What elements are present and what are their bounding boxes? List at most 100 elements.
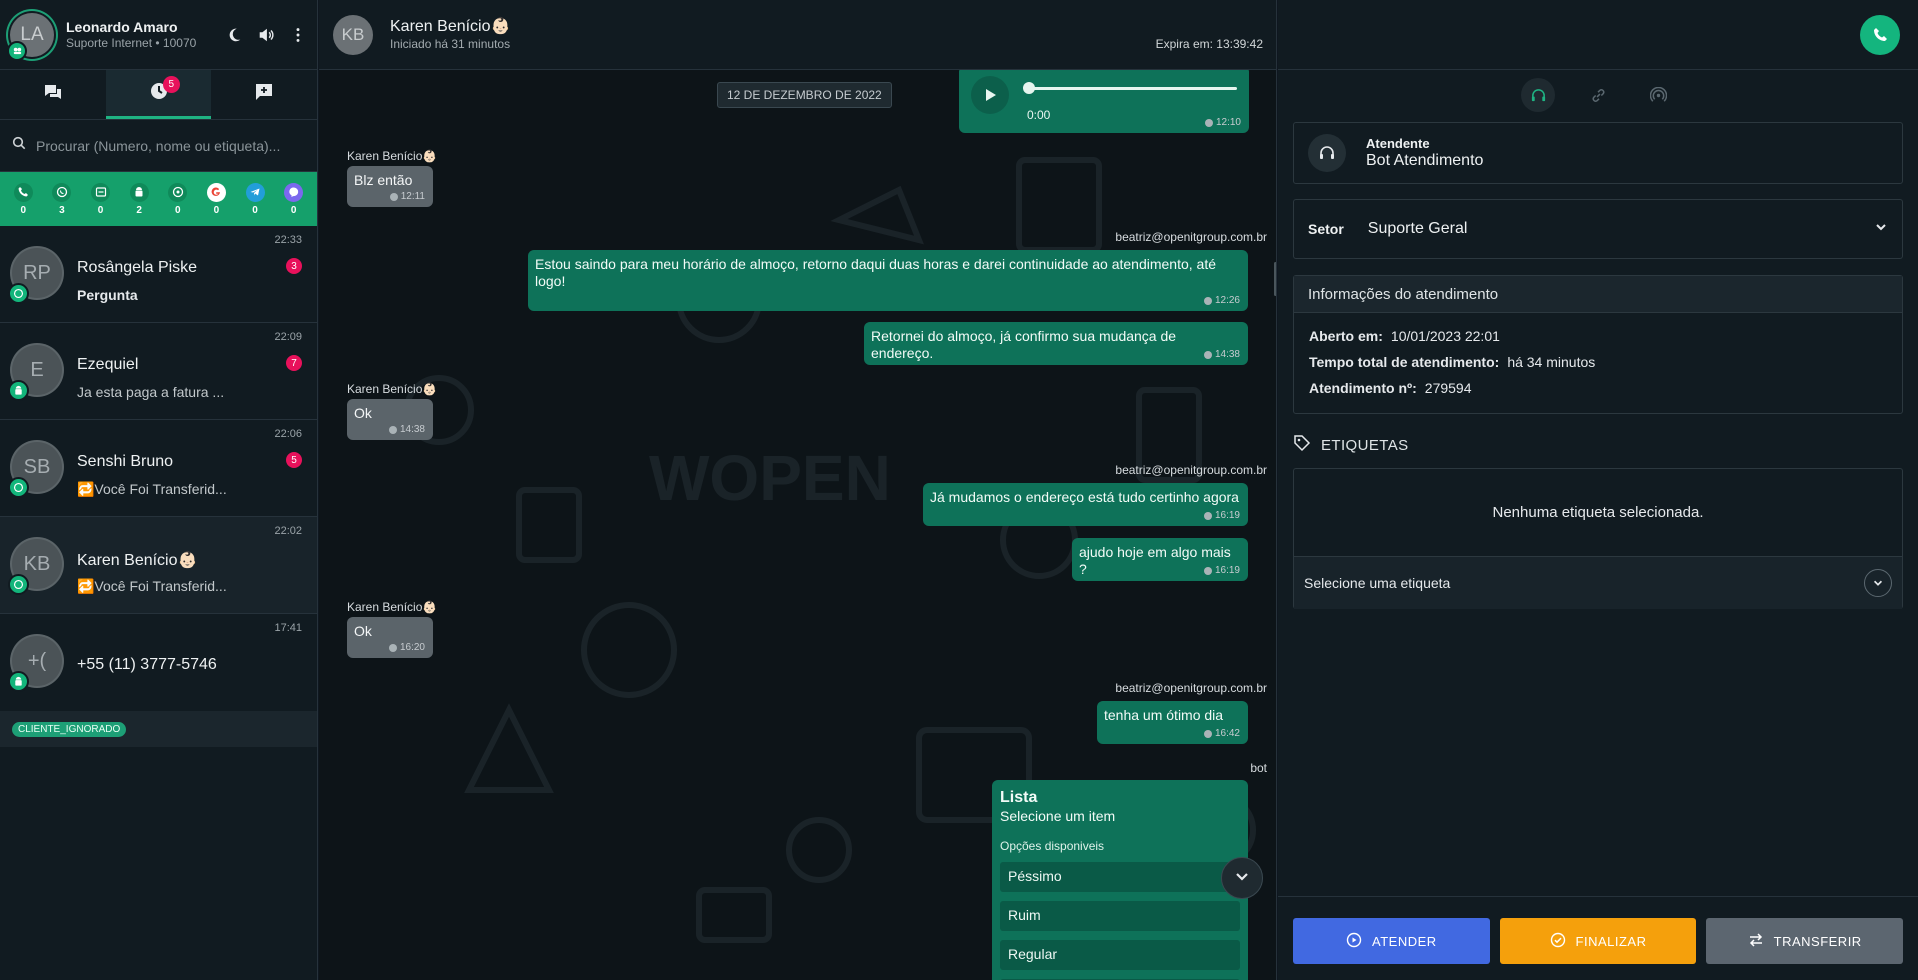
user-avatar[interactable]: LA bbox=[7, 12, 54, 61]
contact-item[interactable]: 22:09 E Ezequiel Ja esta paga a fatura .… bbox=[0, 323, 317, 420]
list-option[interactable]: Péssimo bbox=[1000, 862, 1240, 893]
broadcast-icon[interactable] bbox=[1641, 78, 1675, 112]
channel-telegram[interactable]: 0 bbox=[245, 182, 265, 216]
contact-item[interactable]: 17:41 +( +55 (11) 3777-5746 bbox=[0, 614, 317, 711]
contact-item[interactable]: 22:06 SB Senshi Bruno 🔁Você Foi Transfer… bbox=[0, 420, 317, 517]
contact-list: 22:33 RP Rosângela Piske Pergunta 3 22:0… bbox=[0, 226, 317, 711]
phone-icon bbox=[13, 182, 33, 202]
message-sender: beatriz@openitgroup.com.br bbox=[1115, 230, 1267, 244]
unread-badge: 5 bbox=[286, 452, 302, 468]
contact-time: 22:02 bbox=[274, 525, 302, 537]
channel-whatsapp-alt[interactable]: 0 bbox=[168, 182, 188, 216]
message-time: 12:10 bbox=[1215, 117, 1241, 128]
channel-messenger[interactable]: 0 bbox=[284, 182, 304, 216]
tab-open-chats[interactable] bbox=[0, 70, 106, 119]
service-info-card: Informações do atendimento Aberto em: 10/… bbox=[1293, 275, 1903, 414]
channel-count: 0 bbox=[252, 204, 258, 216]
message-time: 16:20 bbox=[399, 642, 425, 653]
transferir-button[interactable]: TRANSFERIR bbox=[1706, 918, 1904, 964]
chat-scrollbar[interactable] bbox=[1274, 262, 1276, 296]
contact-last-message: Pergunta bbox=[77, 287, 138, 303]
info-label: Tempo total de atendimento: bbox=[1309, 354, 1500, 370]
link-icon[interactable] bbox=[1581, 78, 1615, 112]
channel-google[interactable]: 0 bbox=[206, 182, 226, 216]
search-bar bbox=[0, 120, 317, 172]
message-time: 12:26 bbox=[1214, 295, 1240, 306]
details-tabs bbox=[1278, 78, 1918, 114]
transfer-icon bbox=[1748, 932, 1764, 951]
channel-count: 0 bbox=[213, 204, 220, 216]
contact-item[interactable]: 22:33 RP Rosângela Piske Pergunta 3 bbox=[0, 226, 317, 323]
search-icon bbox=[12, 136, 26, 155]
message-bubble[interactable]: tenha um ótimo dia 16:42 bbox=[1097, 701, 1248, 744]
call-button[interactable] bbox=[1860, 15, 1900, 55]
volume-icon[interactable] bbox=[257, 26, 275, 44]
message-bubble[interactable]: Ok 16:20 bbox=[347, 617, 433, 658]
channel-count: 0 bbox=[290, 204, 297, 216]
service-info-title: Informações do atendimento bbox=[1294, 276, 1902, 313]
finalizar-button[interactable]: FINALIZAR bbox=[1499, 918, 1697, 964]
audio-progress[interactable] bbox=[1027, 87, 1237, 90]
tab-new-message[interactable] bbox=[211, 70, 317, 119]
tab-pending[interactable]: 5 bbox=[105, 70, 212, 119]
channel-whatsapp-business[interactable]: 0 bbox=[91, 182, 111, 216]
channel-whatsapp[interactable]: 3 bbox=[52, 182, 72, 216]
message-bubble[interactable]: Retornei do almoço, já confirmo sua muda… bbox=[864, 322, 1248, 365]
headset-icon[interactable] bbox=[1521, 78, 1555, 112]
message-time: 16:19 bbox=[1214, 510, 1240, 521]
message-bubble[interactable]: Estou saindo para meu horário de almoço,… bbox=[528, 250, 1248, 311]
chat-bubbles-icon bbox=[43, 82, 63, 107]
list-message: Lista Selecione um item Opções disponive… bbox=[992, 780, 1248, 980]
message-bubble[interactable]: Já mudamos o endereço está tudo certinho… bbox=[923, 483, 1248, 526]
ignored-tag[interactable]: CLIENTE_IGNORADO bbox=[12, 721, 127, 737]
sector-select[interactable]: Setor Suporte Geral bbox=[1293, 199, 1903, 259]
message-sender: beatriz@openitgroup.com.br bbox=[1115, 681, 1267, 695]
finalizar-label: FINALIZAR bbox=[1575, 933, 1647, 949]
message-bubble[interactable]: ajudo hoje em algo mais ? 16:19 bbox=[1072, 538, 1248, 581]
tag-select[interactable]: Selecione uma etiqueta bbox=[1294, 557, 1902, 609]
user-name: Leonardo Amaro bbox=[66, 18, 178, 35]
chevron-down-icon[interactable] bbox=[1864, 569, 1892, 597]
audio-knob[interactable] bbox=[1023, 82, 1035, 94]
channel-android[interactable]: 2 bbox=[129, 182, 149, 216]
android-icon bbox=[8, 671, 29, 692]
contact-avatar: KB bbox=[8, 539, 62, 595]
message-text: Retornei do almoço, já confirmo sua muda… bbox=[871, 328, 1177, 361]
message-text: Blz então bbox=[354, 172, 413, 188]
contact-avatar: SB bbox=[8, 442, 62, 498]
list-title: Lista bbox=[1000, 789, 1038, 806]
dark-mode-icon[interactable] bbox=[225, 26, 243, 44]
message-text: Estou saindo para meu horário de almoço,… bbox=[535, 256, 1217, 289]
contact-last-message: 🔁Você Foi Transferid... bbox=[77, 481, 227, 497]
contact-last-message: 🔁Você Foi Transferid... bbox=[77, 578, 227, 594]
channel-count: 0 bbox=[20, 204, 27, 216]
contact-item[interactable]: 22:02 KB Karen Benício👶🏻 🔁Você Foi Trans… bbox=[0, 517, 317, 614]
list-option[interactable]: Ruim bbox=[1000, 901, 1240, 932]
scroll-down-button[interactable] bbox=[1221, 857, 1263, 899]
chat-contact-avatar[interactable]: KB bbox=[333, 14, 373, 55]
whatsapp-icon bbox=[8, 477, 29, 498]
list-options-label: Opções disponiveis bbox=[1000, 838, 1105, 853]
chat-started: Iniciado há 31 minutos bbox=[390, 37, 511, 51]
message-bubble[interactable]: Blz então 12:11 bbox=[347, 166, 433, 207]
channel-phone[interactable]: 0 bbox=[13, 182, 33, 216]
message-list: 0:00 12:10 12 DE DEZEMBRO DE 2022 Karen … bbox=[319, 66, 1276, 980]
channel-count: 0 bbox=[97, 204, 104, 216]
message-text: tenha um ótimo dia bbox=[1104, 707, 1224, 723]
info-value: há 34 minutos bbox=[1507, 354, 1596, 370]
more-options-icon[interactable] bbox=[289, 26, 307, 44]
tag-icon bbox=[1293, 434, 1311, 456]
atender-button[interactable]: ATENDER bbox=[1293, 918, 1490, 964]
message-time: 14:38 bbox=[399, 424, 425, 435]
message-time: 16:19 bbox=[1214, 565, 1240, 576]
chat-expiry: Expira em: 13:39:42 bbox=[1155, 37, 1263, 51]
message-sender: Karen Benício👶🏻 bbox=[347, 600, 438, 614]
list-option[interactable]: Regular bbox=[1000, 940, 1240, 971]
message-bubble[interactable]: Ok 14:38 bbox=[347, 399, 433, 440]
ignored-section: CLIENTE_IGNORADO bbox=[0, 711, 317, 747]
search-input[interactable] bbox=[36, 137, 305, 154]
chat-area: WOPEN KB Karen Benício👶🏻 Iniciado há 31 … bbox=[319, 0, 1277, 980]
play-button[interactable] bbox=[971, 76, 1009, 114]
tag-select-label: Selecione uma etiqueta bbox=[1304, 575, 1451, 591]
contact-time: 17:41 bbox=[274, 622, 302, 634]
